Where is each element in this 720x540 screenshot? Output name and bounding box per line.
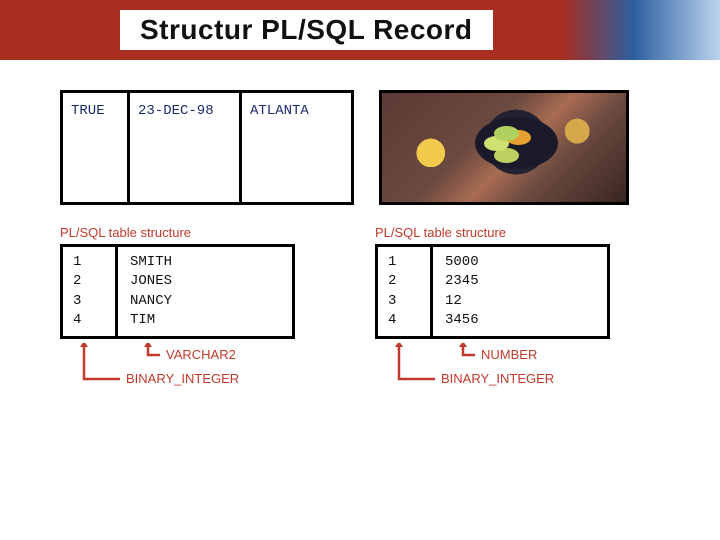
table-cell: 12 [445, 293, 595, 310]
table-cell: 3 [388, 293, 420, 310]
right-table: 1 2 3 4 5000 2345 12 3456 [375, 244, 610, 339]
right-table-block: PL/SQL table structure 1 2 3 4 5000 2345… [375, 225, 610, 423]
record-cell-city: ATLANTA [239, 90, 354, 205]
table-cell: 4 [73, 312, 105, 329]
table-cell: 1 [388, 254, 420, 271]
table-cell: 2 [73, 273, 105, 290]
arrow-to-index-column [399, 343, 435, 379]
title-bar: Structur PL/SQL Record [0, 0, 720, 60]
arrow-head-icon [459, 343, 467, 347]
slide-title: Structur PL/SQL Record [120, 10, 493, 50]
record-cell-boolean: TRUE [60, 90, 130, 205]
table-cell: 2345 [445, 273, 595, 290]
table-cell: SMITH [130, 254, 280, 271]
value-type-label: VARCHAR2 [166, 347, 236, 362]
right-index-column: 1 2 3 4 [378, 247, 433, 336]
table-cell: 2 [388, 273, 420, 290]
table-cell: 3 [73, 293, 105, 310]
index-type-label: BINARY_INTEGER [126, 371, 239, 386]
table-cell: TIM [130, 312, 280, 329]
left-arrows: VARCHAR2 BINARY_INTEGER [60, 343, 295, 423]
table-cell: JONES [130, 273, 280, 290]
arrow-head-icon [144, 343, 152, 347]
table-cell: NANCY [130, 293, 280, 310]
tables-row: PL/SQL table structure 1 2 3 4 SMITH JON… [60, 225, 660, 423]
right-arrows: NUMBER BINARY_INTEGER [375, 343, 610, 423]
table-cell: 5000 [445, 254, 595, 271]
arrow-head-icon [395, 343, 403, 347]
arrow-head-icon [80, 343, 88, 347]
arrow-to-index-column [84, 343, 120, 379]
record-cell-image [379, 90, 629, 205]
record-row: TRUE 23-DEC-98 ATLANTA [60, 90, 660, 205]
table-cell: 4 [388, 312, 420, 329]
left-table-block: PL/SQL table structure 1 2 3 4 SMITH JON… [60, 225, 295, 423]
left-table-caption: PL/SQL table structure [60, 225, 295, 240]
index-type-label: BINARY_INTEGER [441, 371, 554, 386]
still-life-image [382, 93, 626, 202]
left-value-column: SMITH JONES NANCY TIM [118, 247, 292, 336]
table-cell: 1 [73, 254, 105, 271]
table-cell: 3456 [445, 312, 595, 329]
left-table: 1 2 3 4 SMITH JONES NANCY TIM [60, 244, 295, 339]
left-index-column: 1 2 3 4 [63, 247, 118, 336]
right-table-caption: PL/SQL table structure [375, 225, 610, 240]
right-value-column: 5000 2345 12 3456 [433, 247, 607, 336]
record-cell-date: 23-DEC-98 [127, 90, 242, 205]
value-type-label: NUMBER [481, 347, 537, 362]
slide-content: TRUE 23-DEC-98 ATLANTA PL/SQL table stru… [0, 60, 720, 423]
